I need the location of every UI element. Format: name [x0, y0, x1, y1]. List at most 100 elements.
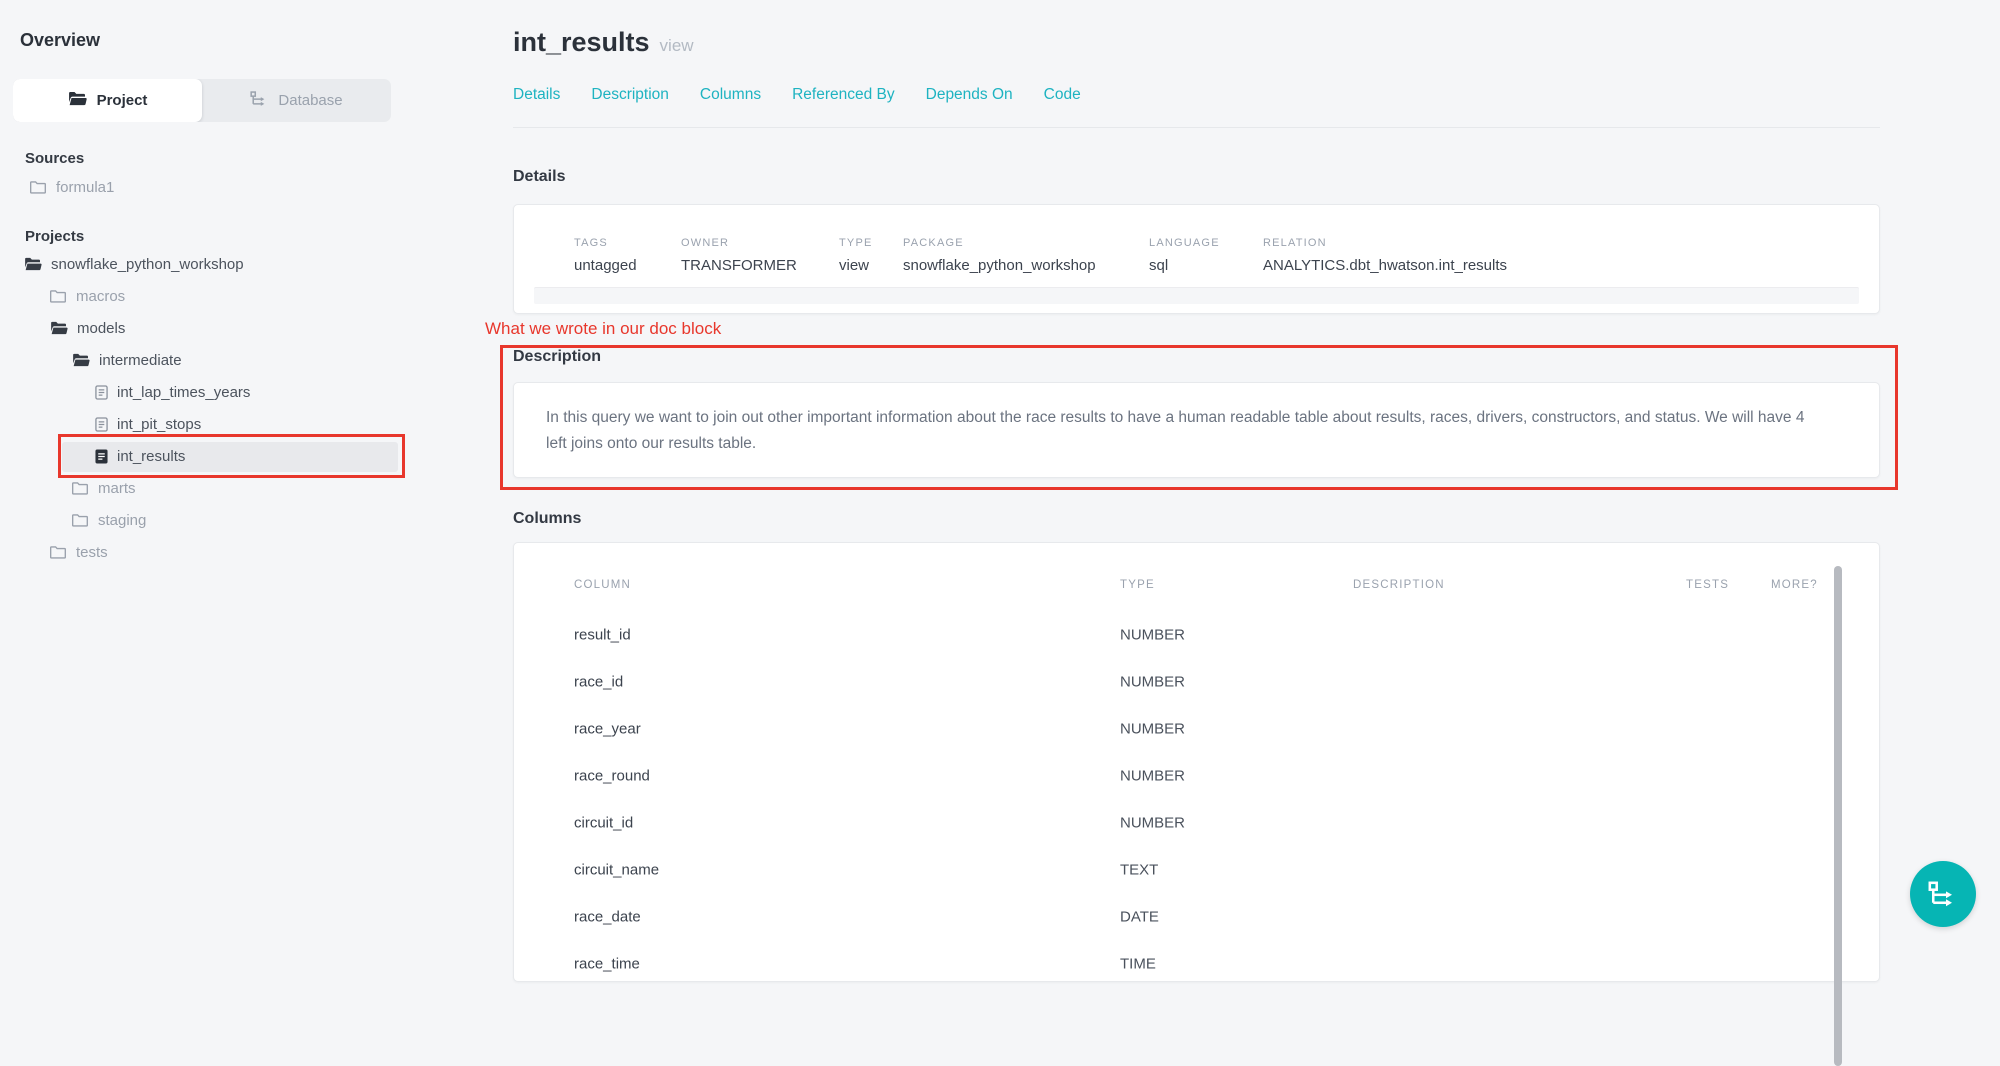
folder-icon [72, 513, 89, 527]
tab-project-label: Project [97, 92, 148, 109]
tree-item-marts[interactable]: marts [72, 472, 532, 504]
sources-heading: Sources [25, 150, 84, 167]
detail-label: TYPE [839, 237, 873, 249]
detail-label: OWNER [681, 237, 729, 249]
document-icon [95, 417, 108, 432]
database-tree-icon [250, 91, 268, 111]
tab-database-label: Database [278, 92, 342, 109]
column-name: circuit_name [574, 861, 659, 878]
description-text: In this query we want to join out other … [546, 405, 1819, 457]
document-filled-icon [95, 449, 108, 464]
model-name: int_results [513, 27, 650, 57]
sidebar: Overview Project Database Sources formul… [0, 0, 470, 959]
nav-link-columns[interactable]: Columns [700, 86, 761, 104]
tree-item-int-results[interactable]: int_results [95, 440, 555, 472]
folder-icon [50, 545, 67, 559]
column-type: NUMBER [1120, 673, 1185, 690]
folder-icon [30, 180, 47, 194]
column-row-race-year[interactable]: race_year NUMBER [514, 705, 1879, 752]
column-row-circuit-id[interactable]: circuit_id NUMBER [514, 799, 1879, 846]
nav-link-depends-on[interactable]: Depends On [926, 86, 1013, 104]
nav-link-details[interactable]: Details [513, 86, 560, 104]
tree-item-snowflake-python-workshop[interactable]: snowflake_python_workshop [24, 248, 484, 280]
anchor-nav: Details Description Columns Referenced B… [513, 86, 1081, 104]
tree-item-label: intermediate [99, 352, 182, 369]
details-card: TAGS untagged OWNER TRANSFORMER TYPE vie… [513, 204, 1880, 314]
nav-link-code[interactable]: Code [1044, 86, 1081, 104]
source-item-label: formula1 [56, 179, 114, 196]
document-icon [95, 385, 108, 400]
tree-item-label: int_pit_stops [117, 416, 201, 433]
column-type: NUMBER [1120, 767, 1185, 784]
tree-item-staging[interactable]: staging [72, 504, 532, 536]
column-row-race-time[interactable]: race_time TIME [514, 940, 1879, 987]
columns-header-type: TYPE [1120, 579, 1155, 591]
column-row-race-round[interactable]: race_round NUMBER [514, 752, 1879, 799]
column-name: result_id [574, 626, 631, 643]
folder-icon [72, 481, 89, 495]
column-type: NUMBER [1120, 720, 1185, 737]
view-toggle: Project Database [13, 79, 391, 122]
column-name: race_date [574, 908, 641, 925]
column-row-result-id[interactable]: result_id NUMBER [514, 611, 1879, 658]
tree-item-label: tests [76, 544, 108, 561]
tree-item-label: models [77, 320, 125, 337]
tree-item-int-pit-stops[interactable]: int_pit_stops [95, 408, 555, 440]
folder-open-icon [72, 353, 90, 367]
nav-link-description[interactable]: Description [591, 86, 669, 104]
columns-header-more: MORE? [1771, 579, 1818, 591]
detail-value: sql [1149, 257, 1168, 274]
tree-item-intermediate[interactable]: intermediate [72, 344, 532, 376]
tree-item-macros[interactable]: macros [50, 280, 510, 312]
materialization-badge: view [660, 36, 694, 55]
column-type: NUMBER [1120, 814, 1185, 831]
column-name: race_year [574, 720, 641, 737]
detail-label: LANGUAGE [1149, 237, 1220, 249]
tree-item-label: macros [76, 288, 125, 305]
tree-item-label: snowflake_python_workshop [51, 256, 244, 273]
column-row-race-date[interactable]: race_date DATE [514, 893, 1879, 940]
tree-item-models[interactable]: models [50, 312, 510, 344]
description-section-heading: Description [513, 348, 601, 366]
column-name: race_id [574, 673, 623, 690]
folder-open-icon [50, 321, 68, 335]
detail-label: PACKAGE [903, 237, 964, 249]
tree-item-int-lap-times-years[interactable]: int_lap_times_years [95, 376, 555, 408]
columns-header-tests: TESTS [1686, 579, 1729, 591]
detail-value: untagged [574, 257, 637, 274]
page-title: int_results view [513, 27, 694, 58]
column-name: race_time [574, 955, 640, 972]
detail-value: TRANSFORMER [681, 257, 797, 274]
nav-divider [513, 127, 1880, 128]
column-row-circuit-name[interactable]: circuit_name TEXT [514, 846, 1879, 893]
tab-project[interactable]: Project [13, 79, 202, 122]
tree-item-label: staging [98, 512, 146, 529]
details-card-footer-strip [534, 287, 1859, 304]
columns-header-column: COLUMN [574, 579, 631, 591]
detail-value: snowflake_python_workshop [903, 257, 1096, 274]
tab-database[interactable]: Database [202, 79, 391, 122]
columns-header-description: DESCRIPTION [1353, 579, 1445, 591]
projects-heading: Projects [25, 228, 84, 245]
lineage-graph-button[interactable] [1910, 861, 1976, 927]
column-type: TIME [1120, 955, 1156, 972]
column-name: circuit_id [574, 814, 633, 831]
folder-icon [68, 91, 87, 110]
source-item-formula1[interactable]: formula1 [30, 171, 500, 203]
tree-item-tests[interactable]: tests [50, 536, 510, 568]
nav-link-referenced-by[interactable]: Referenced By [792, 86, 895, 104]
lineage-graph-icon [1928, 881, 1958, 908]
column-type: NUMBER [1120, 626, 1185, 643]
tree-item-label: int_lap_times_years [117, 384, 250, 401]
detail-value: view [839, 257, 869, 274]
detail-value: ANALYTICS.dbt_hwatson.int_results [1263, 257, 1507, 274]
folder-open-icon [24, 257, 42, 271]
column-name: race_round [574, 767, 650, 784]
column-row-race-id[interactable]: race_id NUMBER [514, 658, 1879, 705]
columns-section-heading: Columns [513, 510, 581, 528]
detail-label: RELATION [1263, 237, 1327, 249]
tree-item-label: marts [98, 480, 136, 497]
detail-label: TAGS [574, 237, 608, 249]
annotation-text: What we wrote in our doc block [485, 319, 721, 339]
columns-scrollbar[interactable] [1834, 566, 1842, 1066]
